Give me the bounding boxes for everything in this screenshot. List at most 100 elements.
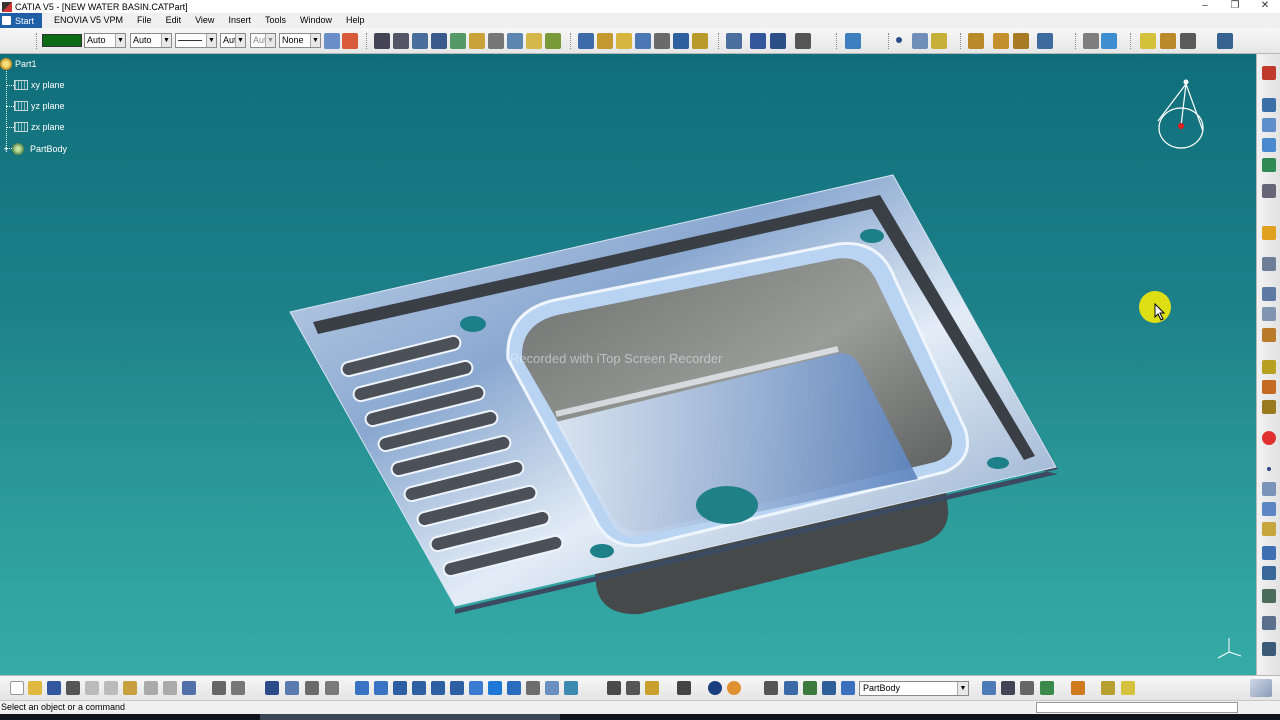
- boolean-remove-icon[interactable]: [993, 33, 1009, 49]
- workbench-icon[interactable]: [1262, 98, 1276, 112]
- toolbar-grip[interactable]: [570, 33, 572, 49]
- dress-up-icon[interactable]: [626, 681, 640, 695]
- catalog-icon[interactable]: [285, 681, 299, 695]
- hand-icon[interactable]: [727, 681, 741, 695]
- paste-icon[interactable]: [123, 681, 137, 695]
- save-icon[interactable]: [47, 681, 61, 695]
- restore-button[interactable]: ❐: [1220, 0, 1250, 13]
- painter-icon[interactable]: [324, 33, 340, 49]
- table-icon[interactable]: [265, 681, 279, 695]
- plane-icon[interactable]: [931, 33, 947, 49]
- update-icon[interactable]: [607, 681, 621, 695]
- material-library-icon[interactable]: [1160, 33, 1176, 49]
- command-input[interactable]: [1036, 702, 1238, 713]
- multi-view-icon[interactable]: [488, 681, 502, 695]
- macro-icon[interactable]: [1217, 33, 1233, 49]
- tree-expand-icon[interactable]: [803, 681, 817, 695]
- boolean-intersect-icon[interactable]: [1013, 33, 1029, 49]
- compass-icon[interactable]: [1148, 76, 1208, 156]
- filter-combo[interactable]: None ▼: [279, 33, 321, 48]
- lighting-icon[interactable]: [1101, 681, 1115, 695]
- join-icon[interactable]: [1262, 616, 1276, 630]
- slot-icon[interactable]: [488, 33, 504, 49]
- boolean-add-icon[interactable]: [968, 33, 984, 49]
- fillet-icon[interactable]: [578, 33, 594, 49]
- filter-icon[interactable]: [822, 681, 836, 695]
- render-style-icon[interactable]: [1180, 33, 1196, 49]
- fly-mode-icon[interactable]: [355, 681, 369, 695]
- menu-file[interactable]: File: [131, 13, 160, 28]
- point-icon[interactable]: [896, 37, 902, 43]
- select-icon[interactable]: [1262, 226, 1276, 240]
- pattern-icon[interactable]: [770, 33, 786, 49]
- curve-icon[interactable]: [1262, 502, 1276, 516]
- groove-icon[interactable]: [431, 33, 447, 49]
- surface-icon[interactable]: [1262, 522, 1276, 536]
- toolbar-grip[interactable]: [1075, 33, 1077, 49]
- gear-icon[interactable]: [1262, 184, 1276, 198]
- knowledge-advisor-icon[interactable]: [1040, 681, 1054, 695]
- current-body-combo[interactable]: PartBody ▼: [859, 681, 969, 696]
- menu-window[interactable]: Window: [294, 13, 340, 28]
- line-icon[interactable]: [912, 33, 928, 49]
- iso-view-icon[interactable]: [507, 681, 521, 695]
- sync-icon[interactable]: [708, 681, 722, 695]
- toolbar-grip[interactable]: [36, 33, 38, 49]
- positioned-sketch-icon[interactable]: [1262, 287, 1276, 301]
- draft-analysis-icon[interactable]: [1262, 380, 1276, 394]
- minimize-button[interactable]: –: [1190, 0, 1220, 13]
- analysis-icon[interactable]: [1262, 360, 1276, 374]
- line-type-combo[interactable]: Auto ▼: [84, 33, 126, 48]
- zoom-out-icon[interactable]: [450, 681, 464, 695]
- measure-icon[interactable]: [1083, 33, 1099, 49]
- pad-icon[interactable]: [374, 33, 390, 49]
- scan-icon[interactable]: [841, 681, 855, 695]
- translation-icon[interactable]: [726, 33, 742, 49]
- shell-icon[interactable]: [635, 33, 651, 49]
- rotate-icon[interactable]: [412, 681, 426, 695]
- menu-view[interactable]: View: [189, 13, 222, 28]
- annotation-icon[interactable]: [1262, 328, 1276, 342]
- geometrical-set-icon[interactable]: [1262, 138, 1276, 152]
- revolve-icon[interactable]: [1262, 566, 1276, 580]
- toolbar-grip[interactable]: [366, 33, 368, 49]
- menu-edit[interactable]: Edit: [160, 13, 190, 28]
- whats-this-icon[interactable]: [182, 681, 196, 695]
- sketch-icon[interactable]: [1262, 257, 1276, 271]
- remove-loft-icon[interactable]: [545, 33, 561, 49]
- counter-icon[interactable]: [764, 681, 778, 695]
- normal-view-icon[interactable]: [469, 681, 483, 695]
- apply-material-icon[interactable]: [1140, 33, 1156, 49]
- camera-icon[interactable]: [677, 681, 691, 695]
- menu-insert[interactable]: Insert: [222, 13, 259, 28]
- menu-tools[interactable]: Tools: [259, 13, 294, 28]
- material-icon[interactable]: [1071, 681, 1085, 695]
- measure-inertia-icon[interactable]: [305, 681, 319, 695]
- axis-system-icon[interactable]: [1262, 307, 1276, 321]
- mirror-icon[interactable]: [750, 33, 766, 49]
- copy-icon[interactable]: [104, 681, 118, 695]
- split-icon[interactable]: [1037, 33, 1053, 49]
- toolbar-grip[interactable]: [718, 33, 720, 49]
- environment-icon[interactable]: [1121, 681, 1135, 695]
- new-file-icon[interactable]: [10, 681, 24, 695]
- sketcher-icon[interactable]: [845, 33, 861, 49]
- pan-icon[interactable]: [393, 681, 407, 695]
- stop-icon[interactable]: [1262, 431, 1276, 445]
- toolbar-grip[interactable]: [836, 33, 838, 49]
- capture-icon[interactable]: [784, 681, 798, 695]
- stiffener-icon[interactable]: [507, 33, 523, 49]
- sweep-icon[interactable]: [1262, 589, 1276, 603]
- toolbar-grip[interactable]: [1130, 33, 1132, 49]
- close-button[interactable]: ✕: [1250, 0, 1280, 13]
- analysis-bar-icon[interactable]: [325, 681, 339, 695]
- toolbar-grip[interactable]: [888, 33, 890, 49]
- line-thickness-combo[interactable]: Auto ▼: [130, 33, 172, 48]
- formula-icon[interactable]: [212, 681, 226, 695]
- body-icon[interactable]: [1262, 118, 1276, 132]
- remove-face-icon[interactable]: [692, 33, 708, 49]
- redo-icon[interactable]: [163, 681, 177, 695]
- add-part-icon[interactable]: [982, 681, 996, 695]
- healing-icon[interactable]: [1262, 642, 1276, 656]
- assembly-icon[interactable]: [1020, 681, 1034, 695]
